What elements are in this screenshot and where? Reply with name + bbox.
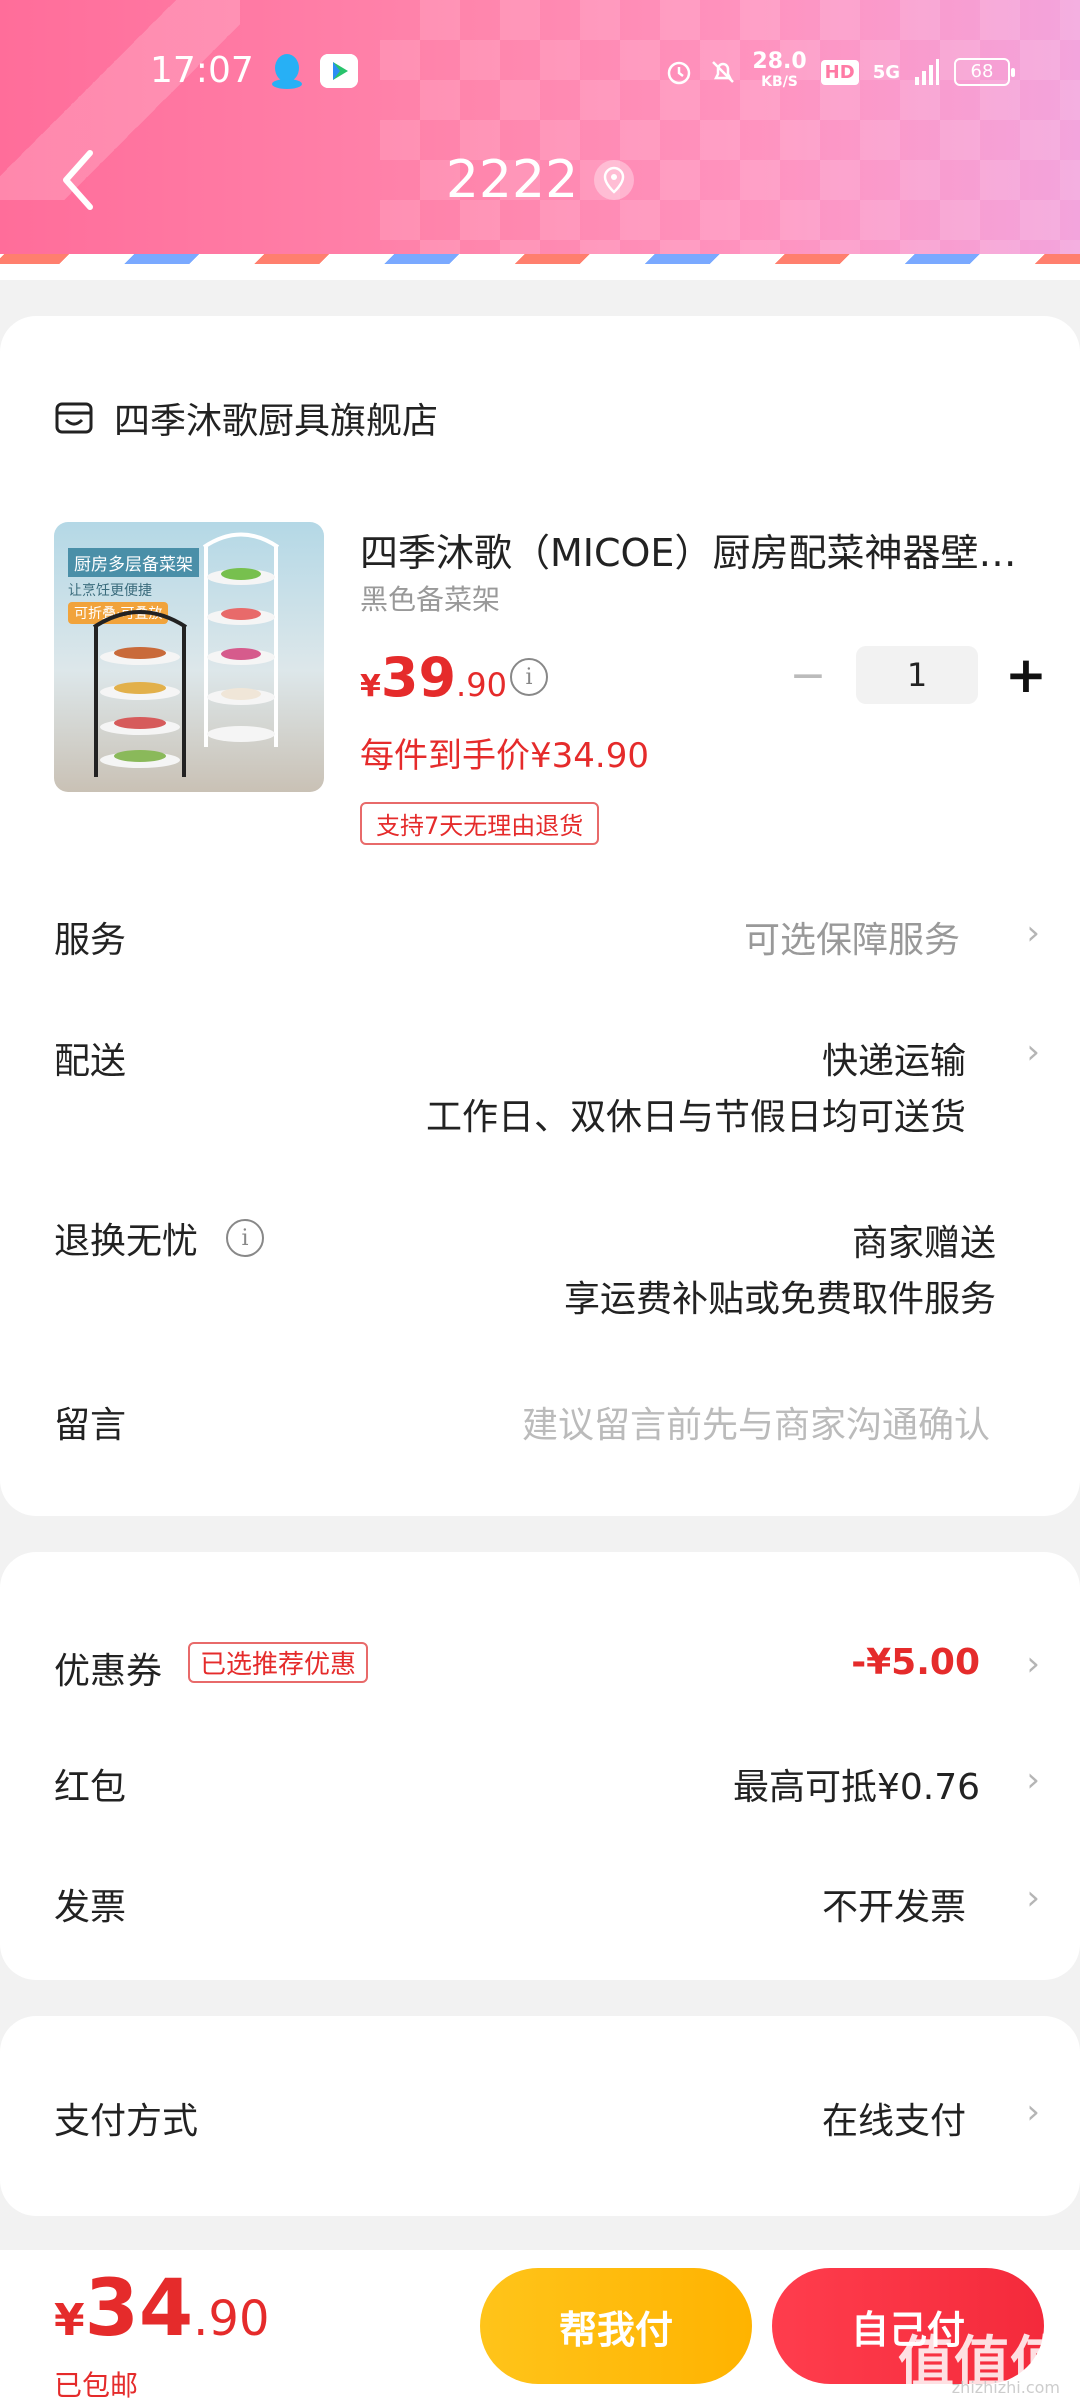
return-info-icon[interactable]: i — [226, 1219, 265, 1257]
return-service-note: 享运费补贴或免费取件服务 — [563, 1279, 996, 1320]
qq-icon — [272, 54, 302, 89]
status-time: 17:07 — [150, 50, 254, 91]
price-currency: ¥ — [360, 669, 381, 704]
payment-chevron-icon[interactable]: › — [1026, 2092, 1040, 2132]
status-icons: 28.0 KB/S HD 5G 68 — [664, 49, 1015, 94]
shop-icon — [55, 402, 93, 434]
address-name: 2222 — [445, 150, 579, 210]
delivery-label: 配送 — [54, 1041, 127, 1082]
product-image[interactable]: 厨房多层备菜架 让烹饪更便捷 可折叠·可叠放 — [54, 522, 324, 792]
invoice-value[interactable]: 不开发票 — [822, 1878, 966, 1930]
red-packet-value-text: 最高可抵¥0.76 — [732, 1767, 980, 1808]
quantity-stepper: − 1 + — [780, 646, 1054, 704]
delivery-value[interactable]: 快递运输 — [822, 1032, 966, 1084]
return-policy-badge: 支持7天无理由退货 — [360, 802, 600, 845]
header: 17:07 28.0 KB/S HD 5G 68 2222 — [0, 0, 1080, 254]
increase-quantity-button[interactable]: + — [998, 646, 1054, 704]
total-integer: 34 — [84, 2264, 194, 2354]
delivery-note: 工作日、双休日与节假日均可送货 — [425, 1097, 966, 1138]
service-value[interactable]: 可选保障服务 — [744, 911, 960, 963]
payment-method-label: 支付方式 — [54, 2101, 199, 2142]
coupon-label: 优惠券 — [54, 1651, 163, 1692]
hd-badge: HD — [820, 59, 859, 85]
mute-icon — [712, 61, 735, 83]
discount-card: 优惠券 已选推荐优惠 -¥5.00 › 红包 最高可抵¥0.76 › 发票 不开… — [0, 1552, 1080, 1980]
total-currency: ¥ — [54, 2295, 85, 2346]
nav-title[interactable]: 2222 — [0, 150, 1080, 210]
watermark-url: zhizhizhi.com — [951, 2378, 1060, 2397]
final-unit-price: 每件到手价¥34.90 — [360, 736, 649, 776]
header-pattern — [380, 0, 1080, 254]
return-service-row: 退换无忧 i — [54, 1212, 265, 1264]
shop-name: 四季沐歌厨具旗舰店 — [114, 401, 439, 442]
price-decimal: .90 — [456, 666, 507, 704]
net-speed: 28.0 KB/S — [752, 49, 807, 92]
location-pin-icon — [594, 160, 635, 200]
free-shipping-label: 已包邮 — [54, 2369, 139, 2400]
shop-header[interactable]: 四季沐歌厨具旗舰店 — [54, 392, 438, 444]
return-service-value: 商家赠送 — [851, 1223, 996, 1264]
price-info-icon[interactable]: i — [510, 658, 548, 696]
red-packet-chevron-icon[interactable]: › — [1026, 1760, 1040, 1800]
return-service-label: 退换无忧 — [54, 1221, 199, 1262]
product-title[interactable]: 四季沐歌（MICOE）厨房配菜神器壁… — [360, 522, 1020, 577]
decrease-quantity-button[interactable]: − — [780, 647, 836, 703]
battery-indicator: 68 — [954, 58, 1015, 86]
order-item-card: 四季沐歌厨具旗舰店 厨房多层备菜架 让烹饪更便捷 可折叠·可叠放 四季沐歌（MI… — [0, 316, 1080, 1516]
payment-method-value[interactable]: 在线支付 — [822, 2092, 966, 2144]
signal-icon — [915, 59, 939, 85]
message-input[interactable]: 建议留言前先与商家沟通确认 — [522, 1396, 990, 1448]
delivery-chevron-icon[interactable]: › — [1026, 1032, 1040, 1072]
coupon-value[interactable]: -¥5.00 — [851, 1642, 980, 1683]
product-spec[interactable]: 黑色备菜架 — [360, 578, 500, 618]
help-me-pay-button[interactable]: 帮我付 — [480, 2268, 752, 2384]
coupon-chevron-icon[interactable]: › — [1026, 1644, 1040, 1684]
airmail-border — [0, 254, 1080, 280]
service-chevron-icon[interactable]: › — [1026, 913, 1040, 953]
status-bar: 17:07 28.0 KB/S HD 5G 68 — [0, 40, 1080, 104]
price-integer: 39 — [380, 646, 457, 709]
total-decimal: .90 — [193, 2291, 270, 2347]
net-speed-unit: KB/S — [761, 74, 798, 90]
airmail-stripes — [0, 254, 1080, 264]
total-price: ¥ 34 .90 — [54, 2264, 270, 2354]
net-speed-value: 28.0 — [752, 49, 807, 74]
quantity-value[interactable]: 1 — [856, 646, 978, 704]
network-type: 5G — [872, 61, 900, 83]
alarm-icon — [668, 61, 691, 85]
payment-card: 支付方式 在线支付 › — [0, 2016, 1080, 2216]
product-price: ¥ 39 .90 — [360, 646, 507, 709]
coupon-selected-badge: 已选推荐优惠 — [188, 1642, 369, 1683]
invoice-chevron-icon[interactable]: › — [1026, 1878, 1040, 1918]
invoice-label: 发票 — [54, 1887, 127, 1928]
service-label: 服务 — [54, 920, 127, 961]
red-packet-label: 红包 — [54, 1767, 127, 1808]
product-rack-illustration — [92, 532, 280, 777]
message-label: 留言 — [54, 1405, 127, 1446]
video-app-icon — [320, 54, 358, 88]
red-packet-value[interactable]: 最高可抵¥0.76 — [733, 1758, 980, 1810]
